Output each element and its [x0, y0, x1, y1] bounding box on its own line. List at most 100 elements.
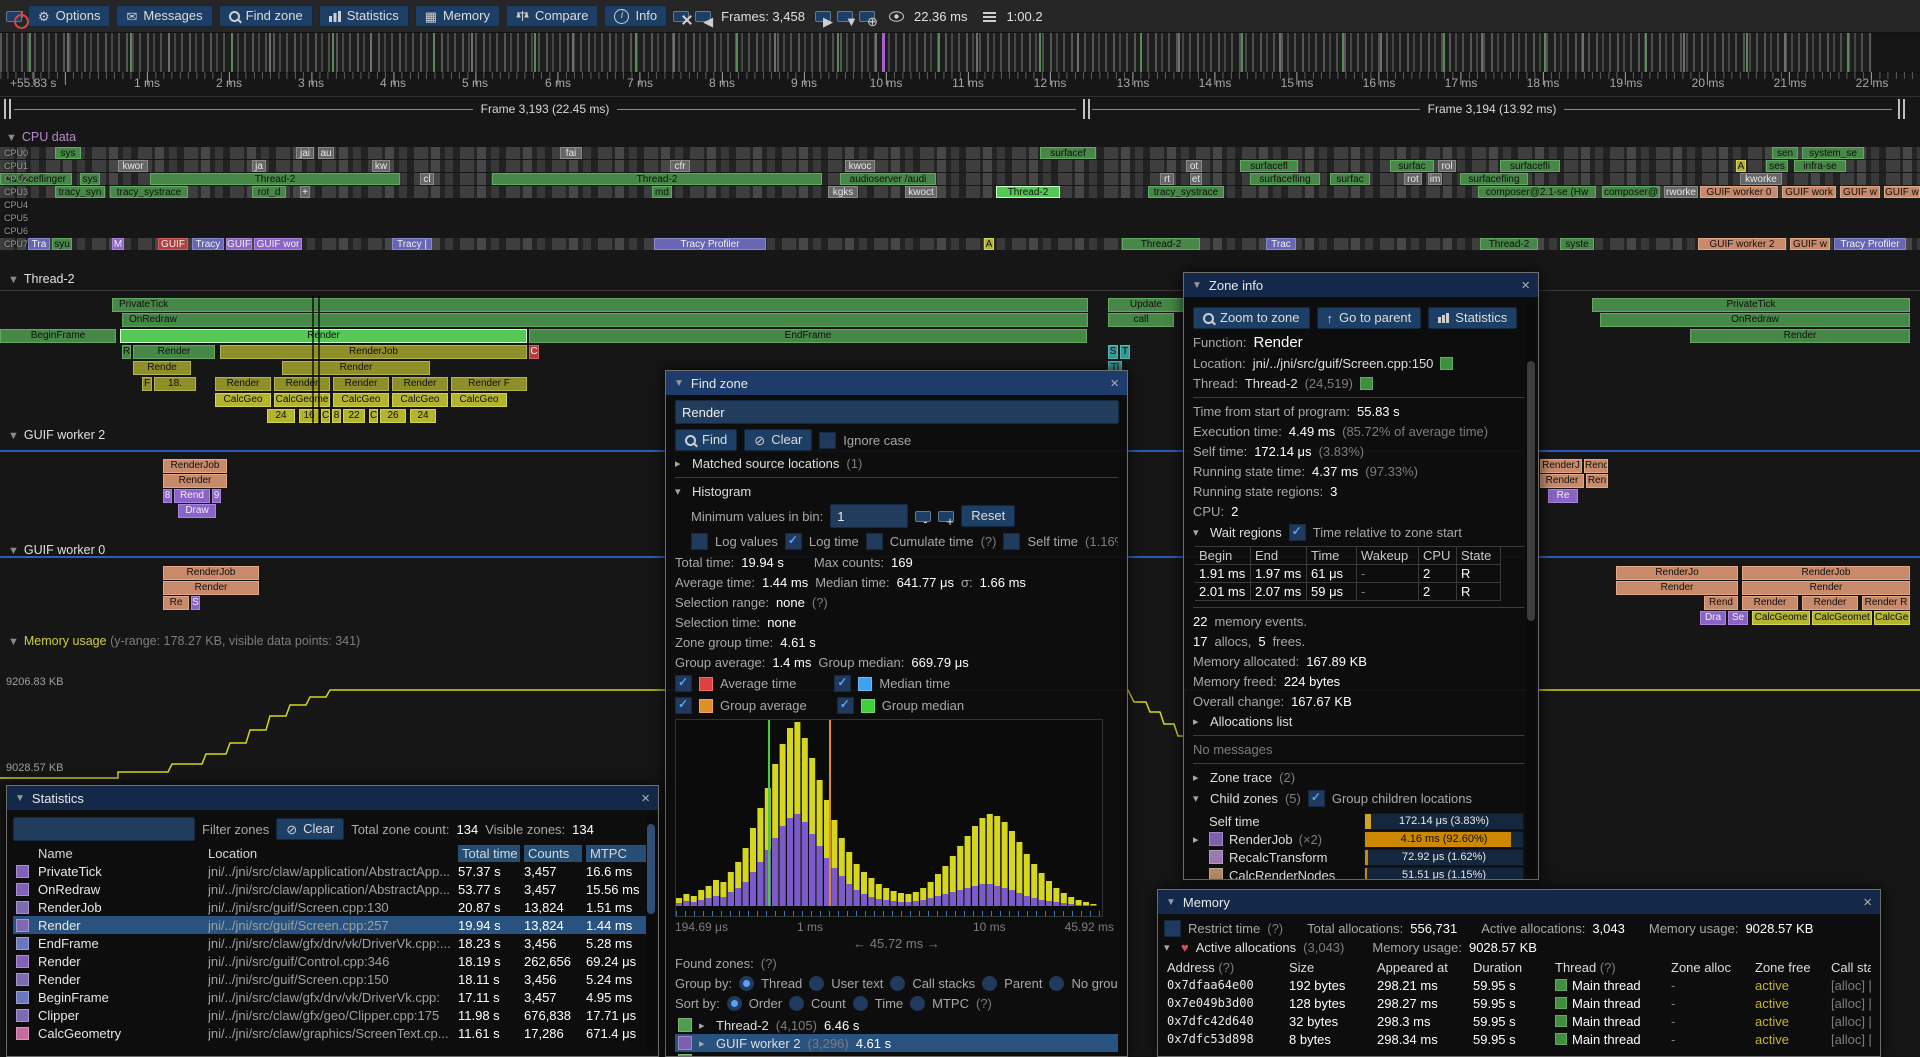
- timeline-zone[interactable]: Render: [163, 581, 259, 595]
- timeline-zone[interactable]: 22: [343, 409, 365, 423]
- guif-worker-2-header[interactable]: ▼GUIF worker 2: [8, 428, 105, 442]
- timeline-zone[interactable]: et: [1190, 173, 1202, 185]
- self-time-checkbox[interactable]: [1003, 533, 1020, 550]
- timeline-zone[interactable]: surfacefli: [1500, 160, 1560, 172]
- column-header-name[interactable]: Name: [38, 846, 204, 861]
- timeline-zone[interactable]: T: [1120, 345, 1130, 359]
- timeline-zone[interactable]: Render: [1690, 329, 1910, 343]
- sort-by-order-radio[interactable]: [727, 996, 742, 1011]
- statistics-table-header[interactable]: Name Location Total time Counts MTPC: [13, 844, 652, 862]
- zoom-to-zone-button[interactable]: Zoom to zone: [1193, 307, 1310, 329]
- timeline-zone[interactable]: cfr: [670, 160, 690, 172]
- histogram-plot[interactable]: [675, 719, 1103, 917]
- timeline-zone[interactable]: Thread-2: [1480, 238, 1538, 250]
- timeline-zone[interactable]: Render: [1802, 596, 1858, 610]
- timeline-zone[interactable]: im: [1428, 173, 1442, 185]
- sort-by-time-radio[interactable]: [853, 996, 868, 1011]
- timeline-zone[interactable]: CalcGeo: [392, 393, 448, 407]
- find-zone-button[interactable]: Find zone: [219, 5, 313, 27]
- timeline-zone[interactable]: kw: [372, 160, 390, 172]
- child-zone-row[interactable]: RecalcTransform 72.92 μs (1.62%): [1193, 848, 1524, 866]
- time-relative-checkbox[interactable]: [1289, 524, 1306, 541]
- sort-by-mtpc-radio[interactable]: [910, 996, 925, 1011]
- timeline-zone[interactable]: audioserver /audi: [840, 173, 936, 185]
- timeline-zone[interactable]: composer@: [1602, 186, 1660, 198]
- timeline-zone[interactable]: sys: [80, 173, 100, 185]
- timeline-zone[interactable]: 26: [380, 409, 406, 423]
- timeline-zone[interactable]: CalcGeome: [274, 393, 330, 407]
- memory-button[interactable]: ▦Memory: [415, 5, 500, 27]
- timeline-zone[interactable]: Rend: [1584, 459, 1608, 473]
- timeline-zone[interactable]: Se: [1728, 611, 1748, 625]
- timeline-zone[interactable]: Re: [1548, 489, 1578, 503]
- timeline-zone[interactable]: M: [112, 238, 124, 250]
- timeline-zone[interactable]: Tra: [28, 238, 50, 250]
- timeline-zone[interactable]: GUIF: [158, 238, 188, 250]
- group-by-parent-radio[interactable]: [982, 976, 997, 991]
- table-row[interactable]: 0x7dfaa64e00192 bytes298.21 ms59.95 s Ma…: [1164, 976, 1874, 994]
- timeline-zone[interactable]: Thread-2: [150, 173, 400, 185]
- timeline-zone[interactable]: syste: [1560, 238, 1594, 250]
- timeline-zone[interactable]: Render: [333, 377, 389, 391]
- timeline-zone[interactable]: C: [529, 345, 539, 359]
- timeline-zone[interactable]: Thread-2: [492, 173, 822, 185]
- tools-button[interactable]: [673, 11, 689, 22]
- group-by-thread-radio[interactable]: [739, 976, 754, 991]
- timeline-zone[interactable]: Render: [1742, 581, 1910, 595]
- timeline-zone[interactable]: kworke: [1740, 173, 1782, 185]
- timeline-zone[interactable]: 18.: [154, 377, 196, 391]
- timeline-zone[interactable]: tracy_systrace: [1148, 186, 1224, 198]
- column-header-location[interactable]: Location: [208, 846, 454, 861]
- frame-label-row[interactable]: Frame 3,193 (22.45 ms): [14, 100, 1076, 118]
- group-by-user-text-radio[interactable]: [809, 976, 824, 991]
- timeline-zone[interactable]: CalcGeo: [1874, 611, 1910, 625]
- timeline-zone[interactable]: GUIF work: [1782, 186, 1836, 198]
- timeline-zone[interactable]: infra-se: [1794, 160, 1846, 172]
- timeline-zone[interactable]: Tracy Profiler: [654, 238, 766, 250]
- timeline-zone[interactable]: BeginFrame: [0, 329, 116, 343]
- timeline-zone[interactable]: sys: [55, 147, 81, 159]
- close-icon[interactable]: ×: [1521, 278, 1530, 293]
- timeline-zone[interactable]: 24: [267, 409, 295, 423]
- table-row[interactable]: 0x7e049b3d00128 bytes298.27 ms59.95 s Ma…: [1164, 994, 1874, 1012]
- timeline-zone[interactable]: Render: [1742, 596, 1798, 610]
- table-row[interactable]: CalcGeometryjni/../jni/src/claw/graphics…: [13, 1024, 652, 1042]
- column-header-total-time[interactable]: Total time: [458, 845, 520, 862]
- timeline-zone[interactable]: cl: [420, 173, 434, 185]
- timeline-zone[interactable]: Render: [282, 361, 430, 375]
- timeline-zone[interactable]: RenderJob: [163, 566, 259, 580]
- timeline-zone[interactable]: rot: [1404, 173, 1422, 185]
- zone-info-titlebar[interactable]: ▼Zone info ×: [1184, 273, 1538, 297]
- timeline-zone[interactable]: RenderJo: [1616, 566, 1738, 580]
- timeline-zone[interactable]: Rend: [174, 489, 210, 503]
- timeline-zone[interactable]: sen: [1772, 147, 1798, 159]
- group-median-checkbox[interactable]: [837, 697, 854, 714]
- frame-label-row[interactable]: Frame 3,194 (13.92 ms): [1092, 100, 1892, 118]
- timeline-zone[interactable]: Ren: [1586, 474, 1608, 488]
- timeline-zone[interactable]: CalcGeo: [333, 393, 389, 407]
- cpu-data-header[interactable]: ▼CPU data: [6, 130, 76, 144]
- min-bin-decrease-button[interactable]: -: [915, 511, 931, 522]
- power-button[interactable]: [6, 11, 22, 22]
- info-button[interactable]: iInfo: [604, 5, 667, 27]
- timeline-zone[interactable]: Render: [133, 345, 215, 359]
- collapse-icon[interactable]: ▼: [674, 378, 684, 389]
- timeline-zone[interactable]: A: [1736, 160, 1746, 172]
- guif-worker-0-header[interactable]: ▼GUIF worker 0: [8, 543, 105, 557]
- timeline-zone[interactable]: Thread-2: [1122, 238, 1200, 250]
- timeline-zone[interactable]: surfacefl: [1240, 160, 1298, 172]
- timeline-zone[interactable]: PrivateTick: [1592, 298, 1910, 312]
- scrollbar[interactable]: [646, 814, 656, 1052]
- timeline-zone[interactable]: F: [142, 377, 152, 391]
- timeline-zone[interactable]: rot_d: [252, 186, 286, 198]
- timeline-zone[interactable]: kwoct: [905, 186, 937, 198]
- next-frame-button[interactable]: ▶: [815, 11, 831, 22]
- found-group-row[interactable]: ▸ Thread-2(4,105)6.46 s: [675, 1016, 1118, 1034]
- timeline-zone[interactable]: kwoc: [845, 160, 875, 172]
- reset-button[interactable]: Reset: [961, 505, 1015, 527]
- table-row[interactable]: Renderjni/../jni/src/guif/Control.cpp:34…: [13, 952, 652, 970]
- clear-filter-button[interactable]: ⊘Clear: [276, 818, 344, 840]
- table-row[interactable]: Clipperjni/../jni/src/claw/gfx/geo/Clipp…: [13, 1006, 652, 1024]
- table-row[interactable]: BeginFramejni/../jni/src/claw/gfx/drv/vk…: [13, 988, 652, 1006]
- timeline-zone[interactable]: composer@2.1-se (Hw: [1478, 186, 1596, 198]
